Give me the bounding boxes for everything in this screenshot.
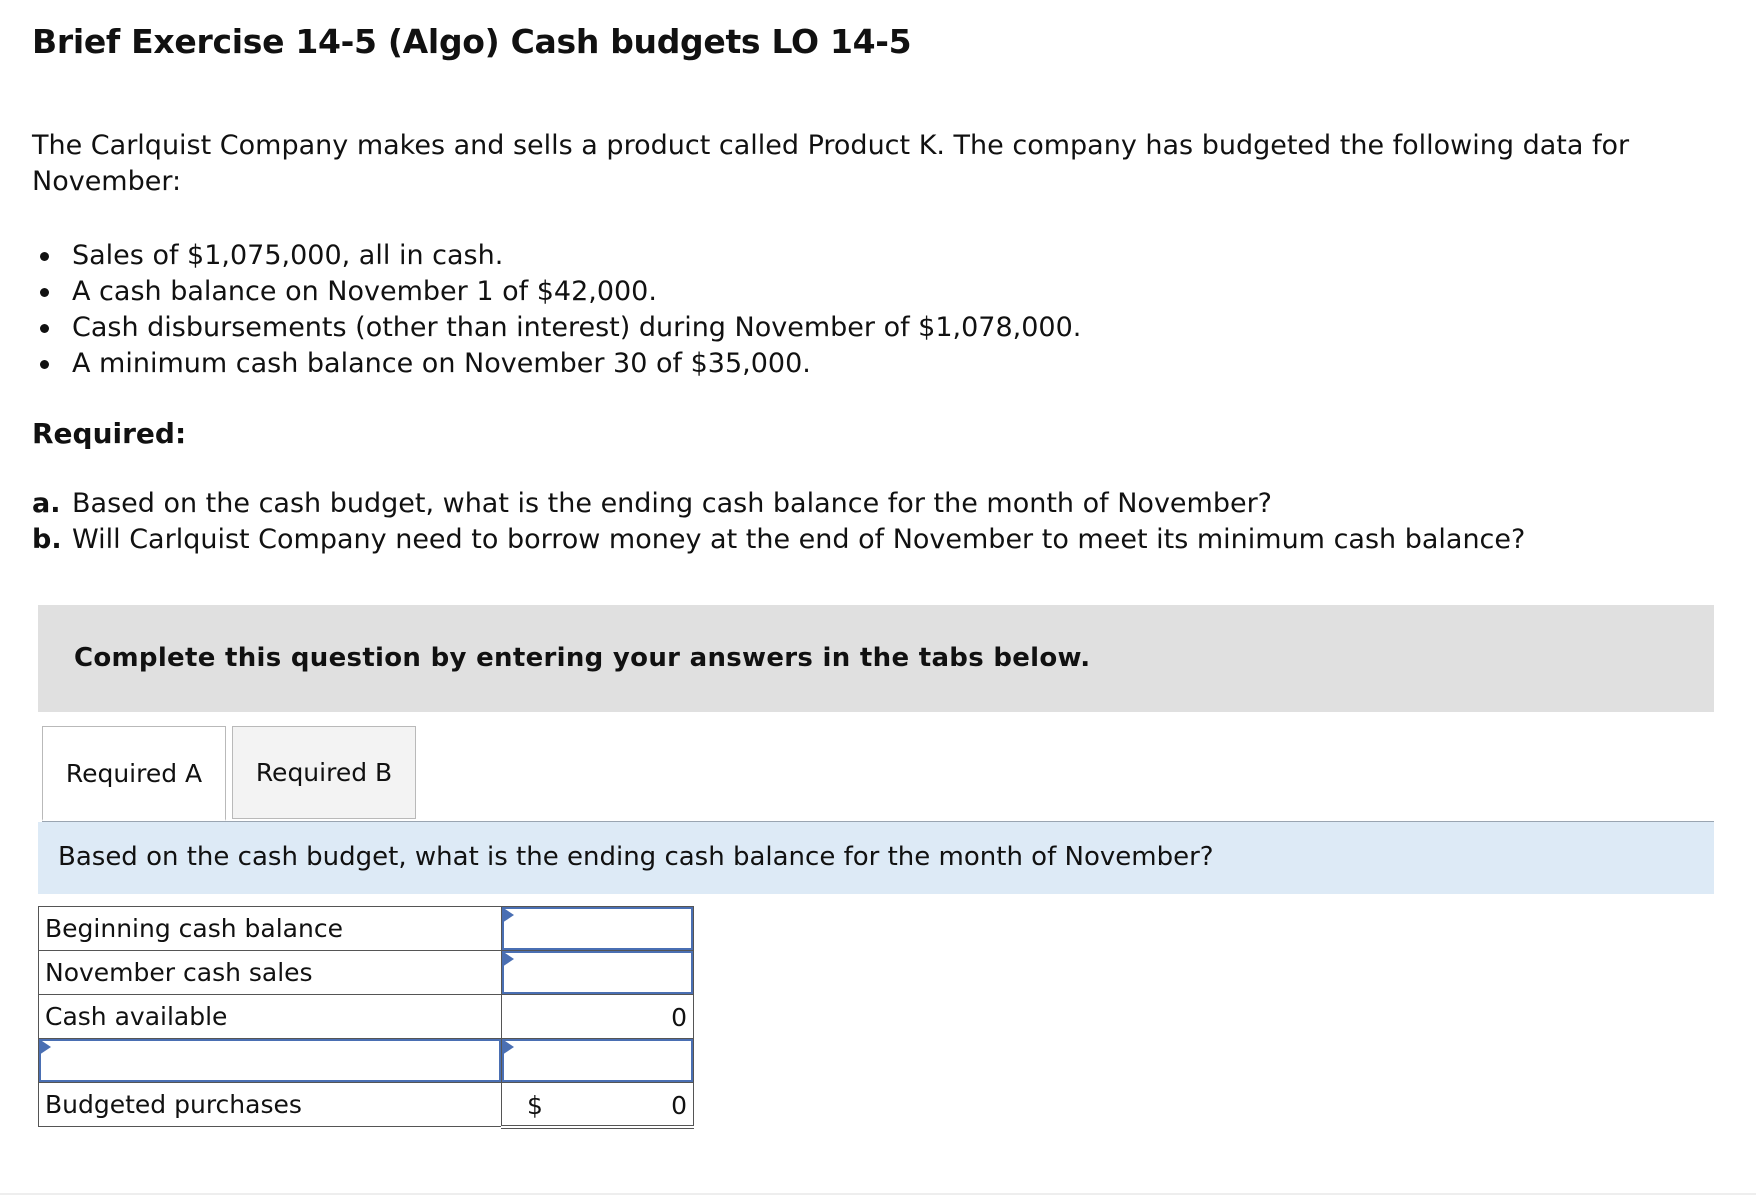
value-cell <box>501 906 694 951</box>
question-letter: b. <box>32 524 62 555</box>
value-cell: 0 <box>501 994 694 1039</box>
input-marker-icon <box>39 1039 51 1055</box>
tab-question-bar: Based on the cash budget, what is the en… <box>38 822 1714 894</box>
value-cell <box>501 950 694 995</box>
question-text: Based on the cash budget, what is the en… <box>72 488 1273 519</box>
answer-tabs: Required A Required B <box>42 726 1714 823</box>
value-cell <box>501 1038 694 1083</box>
budgeted-purchases-value: 0 <box>671 1091 687 1120</box>
row-label-input[interactable] <box>39 1039 501 1082</box>
bullet-cash-balance: A cash balance on November 1 of $42,000. <box>32 274 1081 310</box>
question-text: Will Carlquist Company need to borrow mo… <box>72 524 1526 555</box>
question-letter: a. <box>32 488 61 519</box>
table-row <box>38 1038 694 1083</box>
data-bullet-list: Sales of $1,075,000, all in cash. A cash… <box>32 238 1081 382</box>
intro-paragraph: The Carlquist Company makes and sells a … <box>32 130 1630 197</box>
question-a: a. Based on the cash budget, what is the … <box>32 486 1525 522</box>
row-label: November cash sales <box>38 950 502 995</box>
bullet-sales: Sales of $1,075,000, all in cash. <box>32 238 1081 274</box>
table-row: November cash sales <box>38 950 694 995</box>
value-cell: $ 0 <box>501 1082 694 1129</box>
input-marker-icon <box>502 907 514 923</box>
row-value-input[interactable] <box>502 1039 693 1082</box>
bullet-minimum-balance: A minimum cash balance on November 30 of… <box>32 346 1081 382</box>
row-label: Beginning cash balance <box>38 906 502 951</box>
footer-divider <box>0 1193 1756 1195</box>
tab-required-a[interactable]: Required A <box>42 726 226 821</box>
row-label: Budgeted purchases <box>38 1082 502 1127</box>
tab-required-b[interactable]: Required B <box>232 726 416 819</box>
row-label: Cash available <box>38 994 502 1039</box>
input-marker-icon <box>502 951 514 967</box>
question-b: b. Will Carlquist Company need to borrow … <box>32 522 1525 558</box>
cash-budget-table: Beginning cash balance November cash sal… <box>38 906 694 1129</box>
input-marker-icon <box>502 1039 514 1055</box>
table-row: Budgeted purchases $ 0 <box>38 1082 694 1129</box>
page-title: Brief Exercise 14-5 (Algo) Cash budgets … <box>32 22 912 61</box>
tab-question-text: Based on the cash budget, what is the en… <box>58 842 1214 872</box>
bullet-disbursements: Cash disbursements (other than interest)… <box>32 310 1081 346</box>
required-questions: a. Based on the cash budget, what is the … <box>32 486 1525 558</box>
november-sales-input[interactable] <box>502 951 693 994</box>
instruction-banner: Complete this question by entering your … <box>38 605 1714 712</box>
table-row: Beginning cash balance <box>38 906 694 951</box>
table-row: Cash available 0 <box>38 994 694 1039</box>
required-heading: Required: <box>32 417 187 450</box>
currency-symbol: $ <box>527 1091 543 1120</box>
label-cell <box>38 1038 502 1083</box>
beginning-cash-input[interactable] <box>502 907 693 950</box>
instruction-text: Complete this question by entering your … <box>74 643 1091 673</box>
cash-available-value: 0 <box>671 1003 687 1032</box>
